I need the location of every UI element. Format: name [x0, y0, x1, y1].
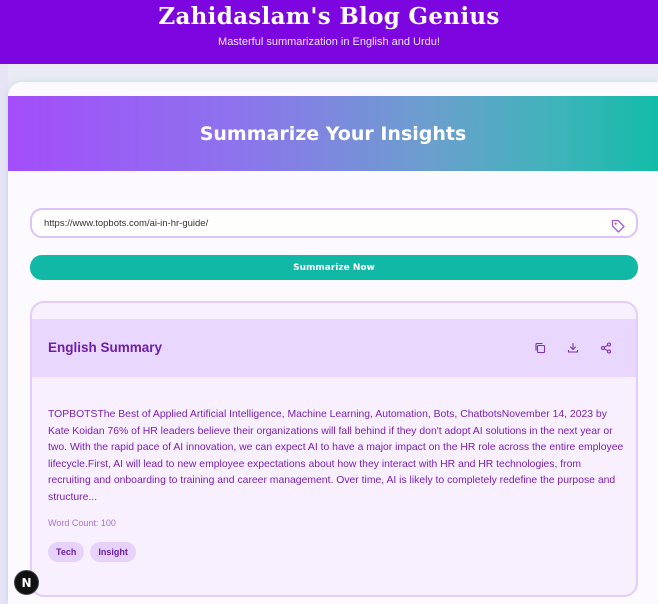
app-subtitle: Masterful summarization in English and U… [218, 36, 440, 48]
url-field [30, 208, 638, 238]
summary-title: English Summary [48, 340, 163, 355]
dev-tools-badge[interactable]: N [14, 570, 39, 595]
tag-chip[interactable]: Insight [90, 542, 136, 562]
summary-text: TOPBOTSThe Best of Applied Artificial In… [48, 409, 624, 503]
copy-icon[interactable] [532, 340, 548, 356]
tag-chip[interactable]: Tech [48, 542, 85, 562]
hero-banner: Summarize Your Insights [8, 96, 658, 171]
background-strip [0, 64, 8, 604]
tag-list: Tech Insight [48, 542, 136, 562]
summary-header: English Summary [32, 319, 636, 377]
download-icon[interactable] [565, 340, 581, 356]
main-card: Summarize Your Insights Summarize Now En… [8, 82, 658, 604]
share-icon[interactable] [598, 340, 614, 356]
hero-title: Summarize Your Insights [199, 122, 467, 145]
summary-panel: English Summary TOPBOTSThe Best of Appli… [30, 301, 638, 597]
url-input[interactable] [44, 215, 604, 231]
app-header: Zahidaslam's Blog Genius Masterful summa… [0, 0, 658, 64]
word-count: Word Count: 100 [48, 518, 116, 528]
tag-icon[interactable] [610, 218, 626, 234]
summarize-button[interactable]: Summarize Now [30, 255, 638, 280]
app-title: Zahidaslam's Blog Genius [158, 3, 500, 30]
